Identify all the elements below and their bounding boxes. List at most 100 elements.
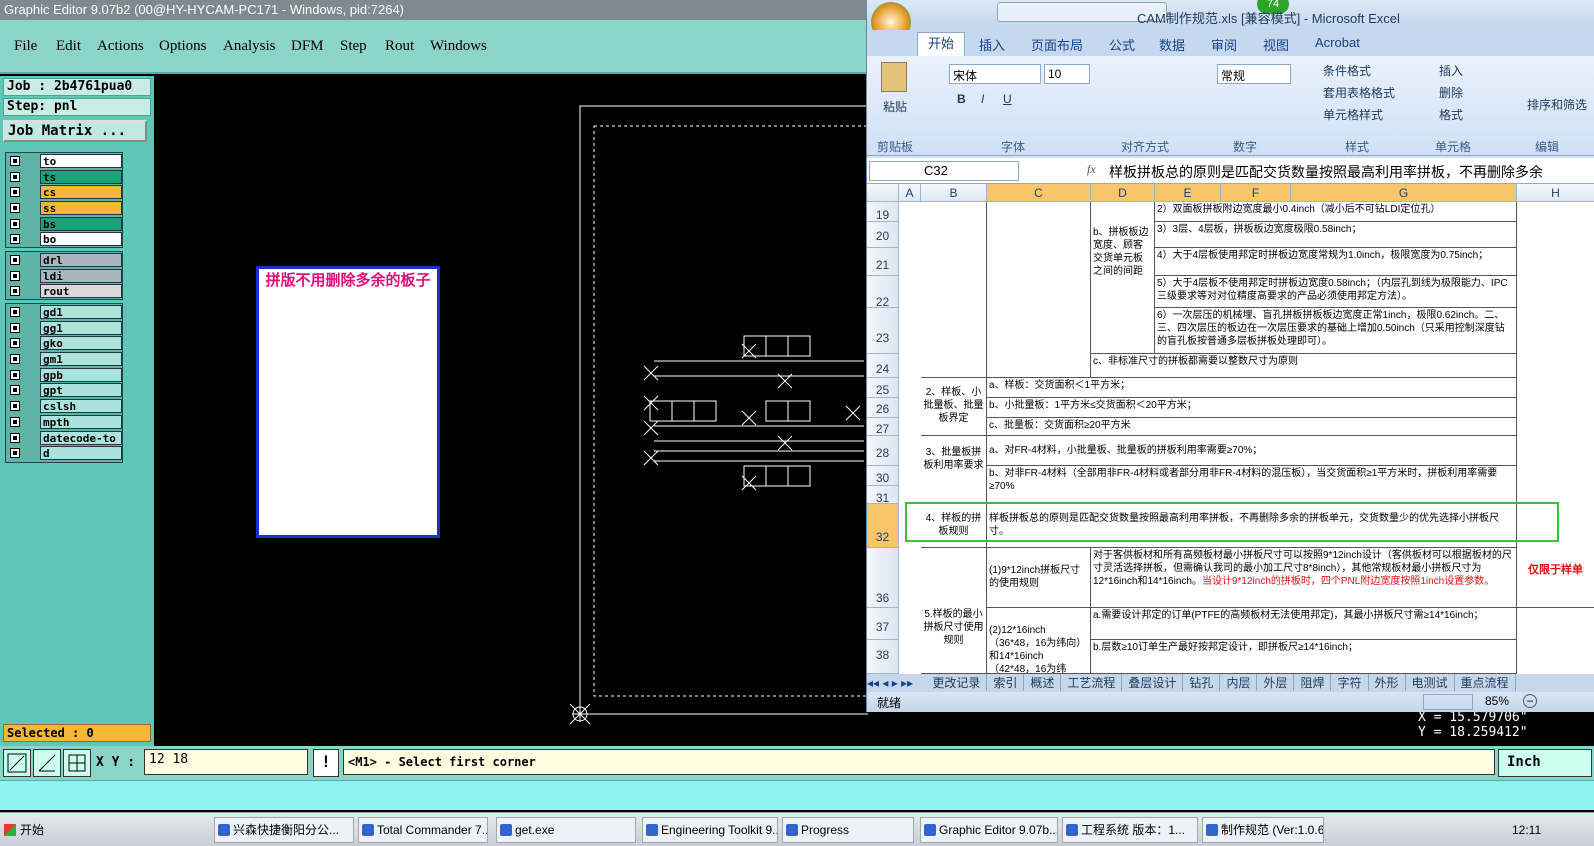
sheet-tab[interactable]: 阻焊 [1294,674,1332,691]
row-header[interactable]: 20 [867,222,899,248]
row-header[interactable]: 26 [867,398,899,418]
cell-h36[interactable]: 仅限于样单 [1517,548,1594,608]
paste-button[interactable]: 粘贴 [883,98,907,115]
zoom-level[interactable]: 85% [1485,694,1509,708]
number-format-select[interactable]: 常规 [1217,64,1291,84]
col-header-c[interactable]: C [987,184,1091,202]
row-header[interactable]: 24 [867,354,899,378]
cell-b36[interactable]: 5.样板的最小拼板尺寸使用规则 [921,548,987,674]
sheet-tab[interactable]: 索引 [987,674,1025,691]
insert-cells-button[interactable]: 插入 [1439,62,1463,79]
corner-cell[interactable] [867,184,899,202]
layer-name[interactable]: rout [40,284,122,299]
menu-file[interactable]: File [14,38,37,55]
row-header[interactable]: 32 [867,504,899,548]
layer-row[interactable]: d [6,445,122,461]
layer-name[interactable]: ss [40,201,122,216]
tab-formulas[interactable]: 公式 [1109,35,1135,54]
layer-checkbox[interactable] [10,171,20,182]
cell-c26[interactable]: b、小批量板：1平方米≤交货面积＜20平方米； [987,398,1517,418]
sheet-tab[interactable]: 钻孔 [1183,674,1221,691]
layer-name[interactable]: bs [40,216,122,231]
menu-options[interactable]: Options [159,38,207,55]
layer-row[interactable]: gd1 [6,304,122,320]
row-header[interactable]: 22 [867,276,899,309]
sheet-tab[interactable]: 工艺流程 [1061,674,1123,691]
layer-name[interactable]: d [40,446,122,461]
layer-name[interactable]: gd1 [40,305,122,319]
cond-format-button[interactable]: 条件格式 [1323,62,1371,79]
sheet-tab[interactable]: 概述 [1024,674,1062,691]
layer-name[interactable]: mpth [40,414,122,429]
row-header[interactable]: 23 [867,308,899,354]
layer-row[interactable]: gm1 [6,351,122,367]
underline-button[interactable]: U [1003,92,1012,106]
layer-checkbox[interactable] [10,234,20,245]
sheet-tab[interactable]: 字符 [1331,674,1369,691]
sheet-tab[interactable]: 叠层设计 [1122,674,1184,691]
cell-c19[interactable] [987,202,1091,378]
layer-checkbox[interactable] [10,187,20,198]
layer-row[interactable]: drl [6,252,122,268]
row-header[interactable]: 37 [867,608,899,640]
row-header[interactable]: 21 [867,248,899,276]
menu-dfm[interactable]: DFM [291,38,324,55]
layer-row[interactable]: datecode-to [6,430,122,446]
layer-checkbox[interactable] [10,270,20,281]
cell-e23[interactable]: 6）一次层压的机械埋、盲孔拼板拼板板边宽度正常1inch，极限0.62inch。… [1155,308,1517,354]
layer-name[interactable]: cslsh [40,399,122,414]
row-header[interactable]: 19 [867,202,899,222]
italic-button[interactable]: I [981,92,984,106]
row-header[interactable]: 27 [867,418,899,436]
snap-grid-icon[interactable] [63,749,91,777]
cell-style-button[interactable]: 单元格样式 [1323,106,1383,123]
layer-checkbox[interactable] [10,448,20,459]
menu-actions[interactable]: Actions [97,38,144,55]
cell-d37[interactable]: a.需要设计邦定的订单(PTFE的高频板材无法使用邦定)，其最小拼板尺寸需≥14… [1091,608,1517,640]
tab-view[interactable]: 视图 [1263,35,1289,54]
layer-name[interactable]: ldi [40,268,122,283]
cell-e21[interactable]: 4）大于4层板使用邦定时拼板边宽度常规为1.0inch，极限宽度为0.75inc… [1155,248,1517,276]
layer-row[interactable]: to [6,153,122,169]
layer-row[interactable]: gpt [6,382,122,398]
layer-row[interactable]: cs [6,184,122,200]
menu-rout[interactable]: Rout [385,38,414,55]
col-header-b[interactable]: B [921,184,987,202]
tab-home[interactable]: 开始 [917,32,966,56]
taskbar-item[interactable]: Engineering Toolkit 9... [642,817,778,843]
taskbar-item[interactable]: Progress [782,817,914,843]
cell-c36[interactable]: (1)9*12inch拼板尺寸的使用规则 [987,548,1091,608]
alert-icon[interactable]: ! [313,749,339,777]
cell-d38[interactable]: b.层数≥10订单生产最好按邦定设计，即拼板尺≥14*16inch； [1091,640,1517,674]
font-name-select[interactable]: 宋体 [949,64,1041,84]
row-header[interactable]: 30 [867,466,899,486]
cell-d24[interactable]: c、非标准尺寸的拼板都需要以整数尺寸为原则 [1091,354,1517,378]
row-header[interactable]: 36 [867,548,899,608]
name-box[interactable]: C32 [869,161,1019,181]
row-header[interactable]: 38 [867,640,899,674]
layer-checkbox[interactable] [10,203,20,214]
menu-edit[interactable]: Edit [56,38,81,55]
menu-step[interactable]: Step [340,38,367,55]
taskbar-item[interactable]: 工程系统 版本：1... [1062,817,1198,843]
cell-b25[interactable]: 2、样板、小批量板、批量板界定 [921,378,987,436]
taskbar-item[interactable]: Total Commander 7.... [358,817,488,843]
tab-insert[interactable]: 插入 [979,35,1005,54]
format-cells-button[interactable]: 格式 [1439,106,1463,123]
layer-row[interactable]: bs [6,216,122,232]
sheet-tab[interactable]: 内层 [1220,674,1258,691]
unit-button[interactable]: Inch [1498,749,1592,777]
alignment-buttons[interactable] [1107,62,1199,130]
layer-row[interactable]: mpth [6,414,122,430]
taskbar-item[interactable]: Graphic Editor 9.07b... [920,817,1058,843]
layer-row[interactable]: gg1 [6,320,122,336]
col-header-e[interactable]: E [1155,184,1221,202]
layer-name[interactable]: gpt [40,383,122,398]
layer-checkbox[interactable] [10,401,20,412]
row-header[interactable]: 25 [867,378,899,398]
cell-c37[interactable]: (2)12*16inch（36*48，16为纬向）和14*16inch（42*4… [987,608,1091,674]
layer-name[interactable]: drl [40,253,122,267]
job-matrix-button[interactable]: Job Matrix ... [3,120,147,142]
layer-checkbox[interactable] [10,385,20,396]
layer-checkbox[interactable] [10,322,20,333]
